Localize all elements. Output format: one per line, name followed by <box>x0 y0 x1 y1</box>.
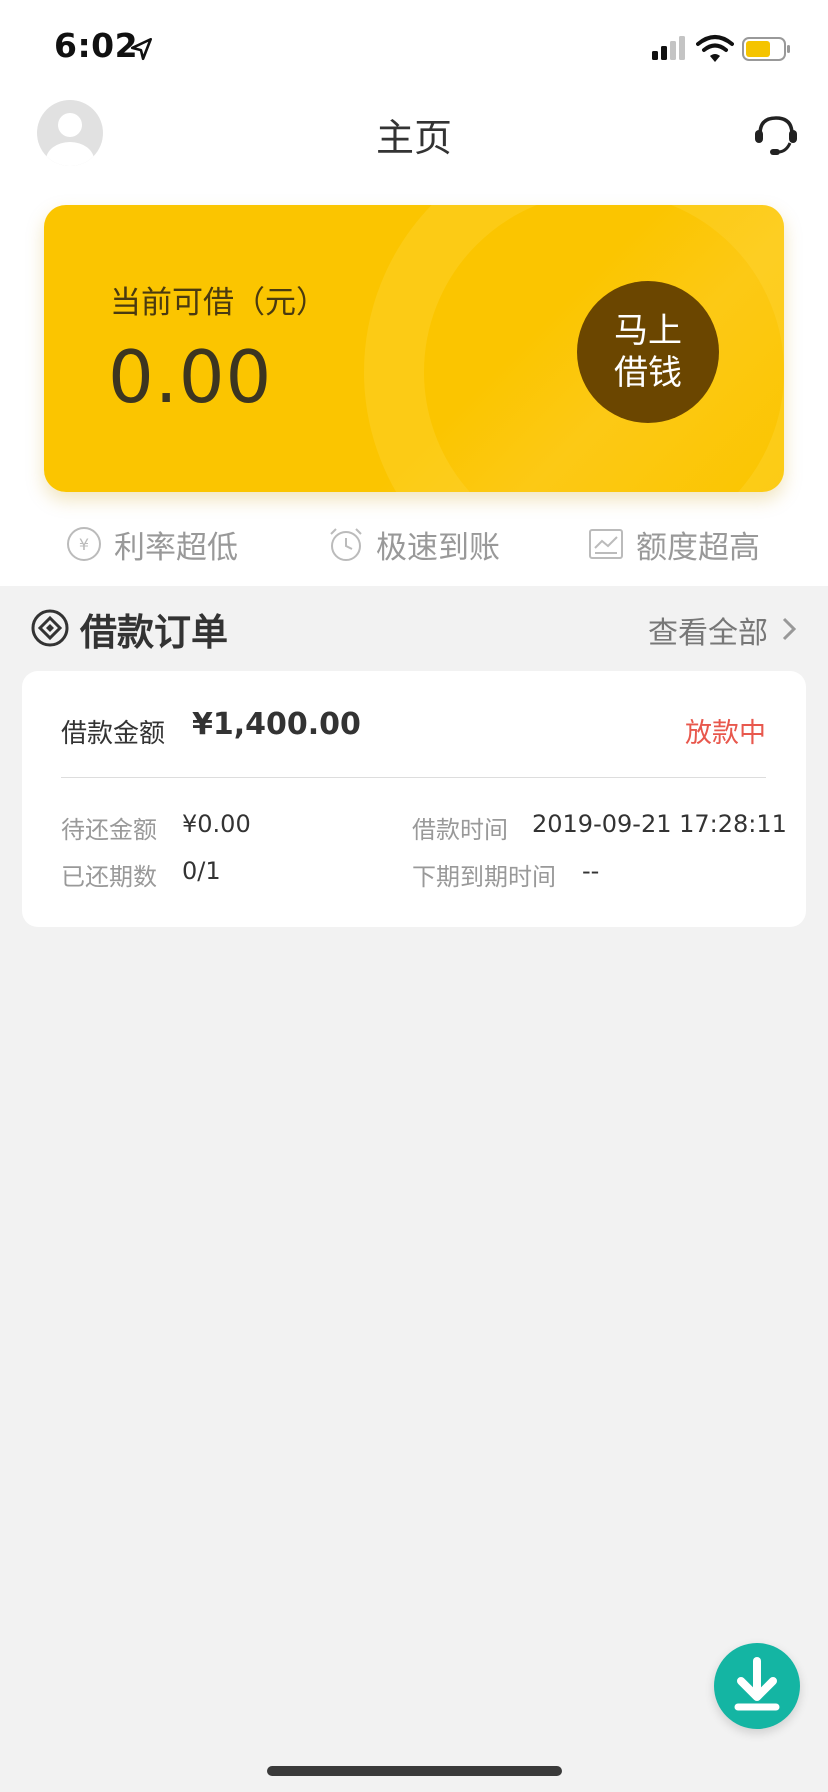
orders-section-title: 借款订单 <box>80 611 228 654</box>
loan-amount-label: 借款金额 <box>61 719 166 749</box>
next-due-value: -- <box>582 857 600 885</box>
headset-icon[interactable] <box>752 110 800 158</box>
battery-icon <box>742 37 790 61</box>
credit-card: 当前可借（元） 0.00 马上 借钱 <box>44 205 784 492</box>
feature-label: 额度超高 <box>636 529 760 566</box>
borrow-button-line2: 借钱 <box>614 353 682 393</box>
order-status-badge: 放款中 <box>685 718 766 749</box>
status-time: 6:02 <box>54 26 139 65</box>
view-all-link[interactable]: 查看全部 <box>648 608 768 652</box>
download-icon <box>734 1657 780 1711</box>
borrow-button-line1: 马上 <box>614 311 682 351</box>
chart-icon <box>589 529 623 559</box>
repaid-periods-value: 0/1 <box>182 857 221 885</box>
feature-high-limit: 额度超高 <box>588 524 760 566</box>
feature-label: 极速到账 <box>376 529 500 566</box>
home-indicator[interactable] <box>267 1766 562 1776</box>
location-arrow-icon <box>130 37 152 61</box>
loan-time-value: 2019-09-21 17:28:11 <box>532 810 787 838</box>
yuan-circle-icon: ¥ <box>67 527 101 561</box>
next-due-label: 下期到期时间 <box>412 863 556 891</box>
loan-amount-value: ¥1,400.00 <box>192 707 361 742</box>
feature-low-rate: ¥ 利率超低 <box>66 524 238 566</box>
diamond-circle-icon <box>31 609 69 647</box>
repaid-periods-label: 已还期数 <box>61 863 157 891</box>
borrow-now-button[interactable]: 马上 借钱 <box>577 281 719 423</box>
feature-fast-arrival: 极速到账 <box>328 524 500 566</box>
pending-amount-value: ¥0.00 <box>182 810 251 838</box>
download-button[interactable] <box>714 1643 800 1729</box>
wifi-icon <box>696 35 734 62</box>
pending-amount-label: 待还金额 <box>61 816 157 844</box>
loan-time-label: 借款时间 <box>412 816 508 844</box>
page-title: 主页 <box>375 116 452 160</box>
divider <box>61 777 766 778</box>
avatar[interactable] <box>37 100 103 166</box>
user-icon <box>46 113 94 166</box>
clock-icon <box>330 528 362 561</box>
available-credit-amount: 0.00 <box>108 335 273 419</box>
order-card[interactable]: 借款金额 ¥1,400.00 放款中 待还金额 ¥0.00 借款时间 2019-… <box>22 671 806 927</box>
card-decoration <box>364 205 784 492</box>
signal-icon <box>652 36 685 60</box>
feature-label: 利率超低 <box>114 529 238 566</box>
chevron-right-icon[interactable] <box>780 615 798 643</box>
available-credit-label: 当前可借（元） <box>110 285 327 321</box>
svg-text:¥: ¥ <box>79 535 89 554</box>
